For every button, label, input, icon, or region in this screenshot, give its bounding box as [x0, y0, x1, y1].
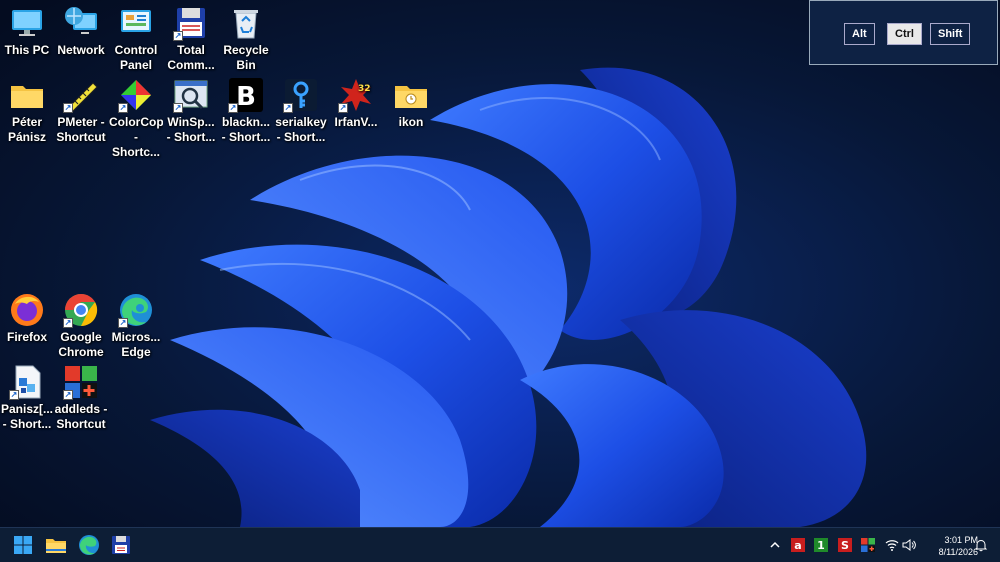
desktop-icon-label: Total Comm... [167, 43, 215, 72]
file-explorer-icon[interactable] [45, 534, 67, 556]
save-icon[interactable] [110, 534, 132, 556]
desktop-icon-label: Péter Pánisz [7, 115, 46, 144]
desktop-icon-label: blackn... - Short... [221, 115, 271, 144]
desktop-icon-label: addleds - Shortcut [54, 402, 108, 431]
recycle-bin-icon [228, 5, 264, 41]
edge-icon: ↗ [118, 292, 154, 328]
desktop-icon-ikon[interactable]: ikon [384, 77, 438, 130]
windows-start-icon[interactable] [12, 534, 34, 556]
desktop-icon-control-panel[interactable]: Control Panel [109, 5, 163, 73]
computer-icon [9, 5, 45, 41]
firefox-icon [9, 292, 45, 328]
desktop-icon-panisz[interactable]: ↗ Panisz[... - Short... [0, 364, 54, 432]
shortcut-arrow-icon: ↗ [228, 103, 238, 113]
svg-text:B: B [236, 82, 256, 112]
shortcut-arrow-icon: ↗ [63, 390, 73, 400]
desktop-icon-label: WinSp... - Short... [166, 115, 216, 144]
desktop-icon-label: This PC [4, 43, 50, 57]
blackn-icon: B ↗ [228, 77, 264, 113]
taskbar: a 1 S 3:01 PM 8/11/2026 [0, 527, 1000, 562]
clock-time: 3:01 PM [944, 535, 978, 545]
folder-clock-icon [393, 77, 429, 113]
shortcut-arrow-icon: ↗ [63, 103, 73, 113]
desktop-icon-label: Micros... Edge [111, 330, 161, 359]
desktop-icon-label: Google Chrome [58, 330, 104, 359]
shortcut-arrow-icon: ↗ [338, 103, 348, 113]
desktop-icon-label: Recycle Bin [223, 43, 269, 72]
total-commander-icon: ↗ [173, 5, 209, 41]
desktop-icon-irfanview[interactable]: 32 ↗ IrfanV... [329, 77, 383, 130]
desktop-icon-network[interactable]: Network [54, 5, 108, 58]
desktop-icon-label: PMeter - Shortcut [56, 115, 106, 144]
number-one-icon[interactable]: 1 [814, 538, 828, 552]
addleds-tray-icon[interactable] [861, 538, 875, 552]
letter-s-icon[interactable]: S [838, 538, 852, 552]
desktop-icon-total-commander[interactable]: ↗ Total Comm... [164, 5, 218, 73]
svg-text:a: a [794, 539, 801, 552]
ctrl-key-indicator[interactable]: Ctrl [887, 23, 922, 45]
shift-key-indicator[interactable]: Shift [930, 23, 971, 45]
desktop-icon-recycle-bin[interactable]: Recycle Bin [219, 5, 273, 73]
shortcut-arrow-icon: ↗ [9, 390, 19, 400]
shortcut-arrow-icon: ↗ [283, 103, 293, 113]
alt-key-indicator[interactable]: Alt [844, 23, 875, 45]
desktop: This PC Network Control Panel ↗ Total Co… [0, 0, 1000, 527]
desktop-icon-label: serialkey - Short... [275, 115, 327, 144]
volume-icon[interactable] [902, 538, 916, 552]
svg-text:S: S [841, 539, 849, 552]
svg-text:32: 32 [358, 84, 371, 94]
clock-date: 8/11/2026 [938, 547, 978, 557]
ruler-icon: ↗ [63, 77, 99, 113]
svg-text:1: 1 [817, 539, 825, 552]
desktop-icon-google-chrome[interactable]: ↗ Google Chrome [54, 292, 108, 360]
control-panel-icon [118, 5, 154, 41]
desktop-icon-addleds[interactable]: ↗ addleds - Shortcut [54, 364, 108, 432]
desktop-icon-label: ColorCop - Shortc... [109, 115, 163, 159]
panisz-icon: ↗ [9, 364, 45, 400]
desktop-icon-winspector[interactable]: ↗ WinSp... - Short... [164, 77, 218, 145]
shortcut-arrow-icon: ↗ [173, 31, 183, 41]
bell-icon[interactable] [974, 538, 988, 552]
desktop-icon-label: IrfanV... [334, 115, 378, 129]
desktop-icon-blackn[interactable]: B ↗ blackn... - Short... [219, 77, 273, 145]
wifi-icon[interactable] [885, 538, 899, 552]
folder-icon [9, 77, 45, 113]
desktop-icon-label: Firefox [6, 330, 47, 344]
desktop-icon-peter-panisz[interactable]: Péter Pánisz [0, 77, 54, 145]
desktop-icon-this-pc[interactable]: This PC [0, 5, 54, 58]
desktop-icon-label: Panisz[... - Short... [0, 402, 53, 431]
addleds-icon: ↗ [63, 364, 99, 400]
color-cop-icon: ↗ [118, 77, 154, 113]
serialkey-icon: ↗ [283, 77, 319, 113]
network-icon [63, 5, 99, 41]
desktop-icon-serialkey[interactable]: ↗ serialkey - Short... [274, 77, 328, 145]
edge-icon[interactable] [78, 534, 100, 556]
taskbar-clock[interactable]: 3:01 PM 8/11/2026 [918, 534, 978, 558]
desktop-icon-pmeter[interactable]: ↗ PMeter - Shortcut [54, 77, 108, 145]
chrome-icon: ↗ [63, 292, 99, 328]
shortcut-arrow-icon: ↗ [118, 103, 128, 113]
letter-a-icon[interactable]: a [791, 538, 805, 552]
desktop-icon-label: Network [57, 43, 105, 57]
irfanview-icon: 32 ↗ [338, 77, 374, 113]
desktop-icon-label: Control Panel [114, 43, 158, 72]
desktop-icon-firefox[interactable]: Firefox [0, 292, 54, 345]
modifier-key-panel: Alt Ctrl Shift [809, 0, 998, 65]
shortcut-arrow-icon: ↗ [63, 318, 73, 328]
chevron-up-icon[interactable] [768, 538, 782, 552]
shortcut-arrow-icon: ↗ [118, 318, 128, 328]
winspector-icon: ↗ [173, 77, 209, 113]
desktop-icon-label: ikon [398, 115, 424, 129]
desktop-icon-colorcop[interactable]: ↗ ColorCop - Shortc... [109, 77, 163, 160]
shortcut-arrow-icon: ↗ [173, 103, 183, 113]
desktop-icon-microsoft-edge[interactable]: ↗ Micros... Edge [109, 292, 163, 360]
